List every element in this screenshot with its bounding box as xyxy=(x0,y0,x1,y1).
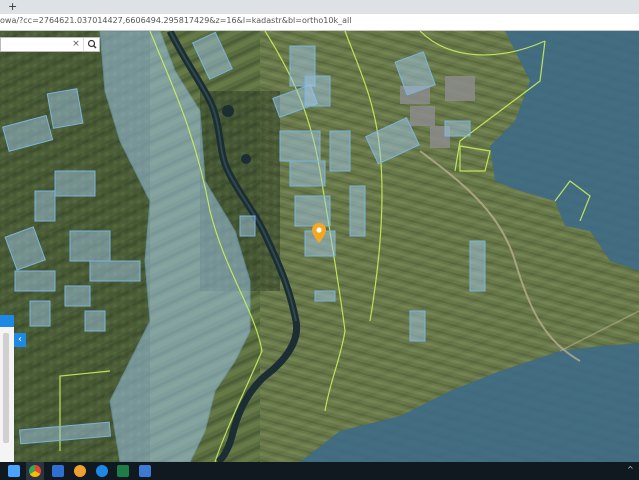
explorer-icon[interactable] xyxy=(52,465,64,477)
pond xyxy=(241,154,251,164)
excel-icon[interactable] xyxy=(117,465,129,477)
satellite-map[interactable] xyxy=(0,31,639,462)
address-bar[interactable]: owa/?cc=2764621.037014427,6606494.295817… xyxy=(0,14,639,31)
location-pin-icon[interactable] xyxy=(312,223,326,243)
search-icon xyxy=(87,39,97,49)
map-view[interactable] xyxy=(0,31,639,462)
map-search-box[interactable]: × xyxy=(0,37,100,52)
side-panel xyxy=(0,315,14,465)
search-button[interactable] xyxy=(83,38,101,51)
map-search-input[interactable] xyxy=(1,38,73,51)
windows-taskbar: ^ xyxy=(0,462,639,480)
side-panel-header[interactable] xyxy=(0,315,14,327)
clear-search-button[interactable]: × xyxy=(70,38,82,51)
windows-start-icon[interactable] xyxy=(8,465,20,477)
system-tray-icon[interactable]: ^ xyxy=(627,465,637,477)
edge-icon[interactable] xyxy=(96,465,108,477)
chrome-canary-icon[interactable] xyxy=(74,465,86,477)
pond xyxy=(222,105,234,117)
collapse-panel-button[interactable]: ‹ xyxy=(14,333,26,347)
url-text[interactable]: owa/?cc=2764621.037014427,6606494.295817… xyxy=(0,16,351,25)
side-panel-scrollbar[interactable] xyxy=(3,333,9,443)
outlook-icon[interactable] xyxy=(139,465,151,477)
browser-tab-strip: + xyxy=(0,0,639,14)
new-tab-button[interactable]: + xyxy=(8,0,17,14)
chrome-icon[interactable] xyxy=(29,465,41,477)
